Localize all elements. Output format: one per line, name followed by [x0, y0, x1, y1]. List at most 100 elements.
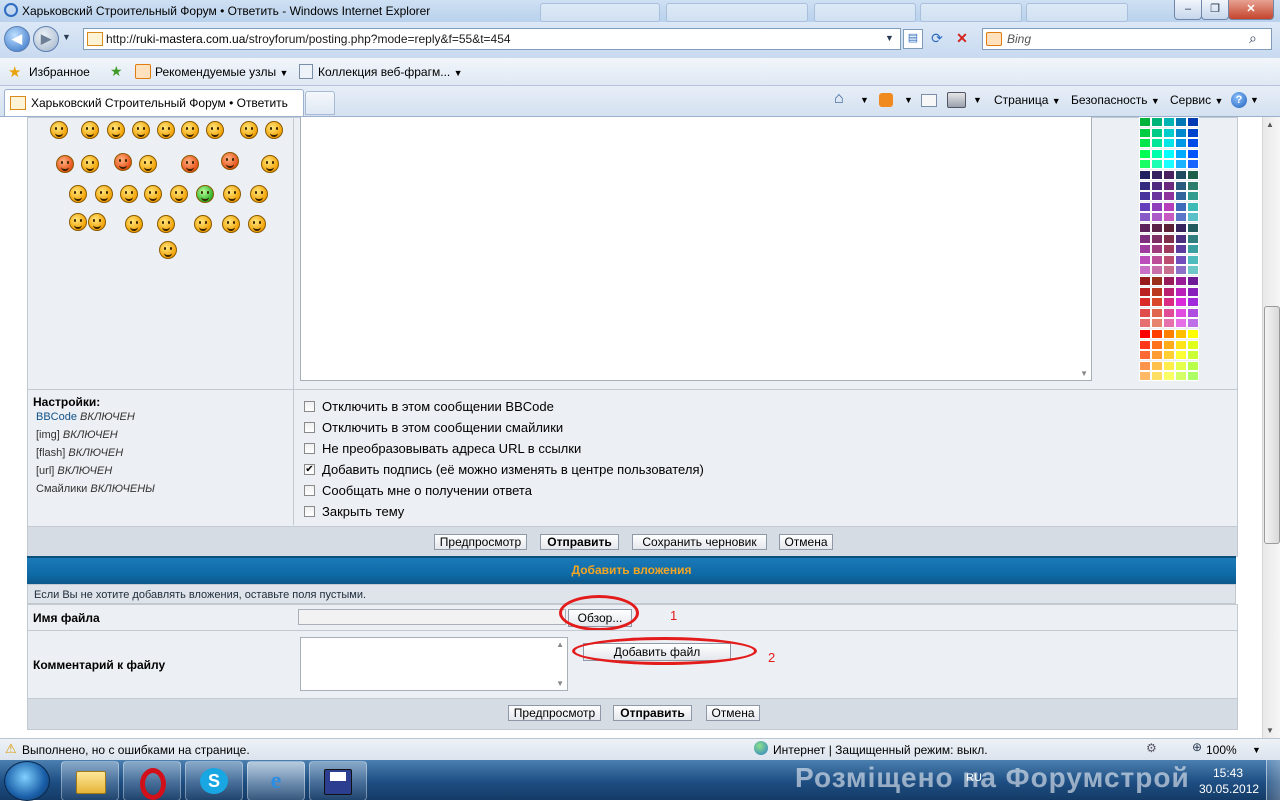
- color-swatch[interactable]: [1151, 307, 1163, 318]
- color-swatch[interactable]: [1163, 265, 1175, 276]
- preview-button-bottom[interactable]: Предпросмотр: [508, 705, 601, 721]
- history-dropdown-icon[interactable]: ▼: [62, 32, 71, 42]
- color-swatch[interactable]: [1139, 286, 1151, 297]
- color-swatch[interactable]: [1151, 371, 1163, 382]
- option-checkbox[interactable]: [304, 506, 315, 517]
- color-swatch[interactable]: [1151, 138, 1163, 149]
- color-swatch[interactable]: [1187, 297, 1199, 308]
- color-swatch[interactable]: [1187, 170, 1199, 180]
- color-swatch[interactable]: [1175, 307, 1187, 318]
- close-button[interactable]: ✕: [1228, 0, 1274, 20]
- color-swatch[interactable]: [1139, 148, 1151, 159]
- new-tab-button[interactable]: [305, 91, 335, 115]
- color-swatch[interactable]: [1163, 350, 1175, 361]
- zoom-dropdown-icon[interactable]: ▼: [1252, 745, 1261, 755]
- color-swatch[interactable]: [1187, 159, 1199, 170]
- start-button[interactable]: [4, 761, 50, 801]
- option-label[interactable]: Отключить в этом сообщении смайлики: [322, 420, 563, 435]
- color-swatch[interactable]: [1139, 191, 1151, 202]
- color-swatch[interactable]: [1187, 212, 1199, 223]
- color-swatch[interactable]: [1151, 117, 1163, 127]
- option-label[interactable]: Сообщать мне о получении ответа: [322, 483, 532, 498]
- option-checkbox[interactable]: [304, 443, 315, 454]
- web-slice-gallery-link[interactable]: Коллекция веб-фрагм... ▼: [318, 65, 463, 79]
- suggested-sites-link[interactable]: Рекомендуемые узлы ▼: [155, 65, 288, 79]
- color-swatch[interactable]: [1139, 329, 1151, 339]
- scrollbar-thumb[interactable]: [1264, 306, 1280, 544]
- color-swatch[interactable]: [1151, 223, 1163, 233]
- color-swatch[interactable]: [1151, 244, 1163, 255]
- color-swatch[interactable]: [1163, 191, 1175, 202]
- color-swatch[interactable]: [1175, 138, 1187, 149]
- smilie-icon[interactable]: [144, 185, 162, 203]
- home-dropdown-icon[interactable]: ▼: [860, 95, 869, 105]
- search-input[interactable]: Bing: [1007, 32, 1031, 46]
- smilie-icon[interactable]: [107, 121, 125, 139]
- color-swatch[interactable]: [1175, 265, 1187, 276]
- color-swatch[interactable]: [1151, 180, 1163, 191]
- color-swatch[interactable]: [1175, 148, 1187, 159]
- color-swatch[interactable]: [1139, 138, 1151, 149]
- filename-input[interactable]: [298, 609, 566, 625]
- color-swatch[interactable]: [1163, 180, 1175, 191]
- color-swatch[interactable]: [1151, 329, 1163, 339]
- smilie-icon[interactable]: [69, 185, 87, 203]
- color-swatch[interactable]: [1151, 286, 1163, 297]
- color-swatch[interactable]: [1175, 350, 1187, 361]
- color-swatch[interactable]: [1175, 286, 1187, 297]
- color-swatch[interactable]: [1175, 180, 1187, 191]
- color-swatch[interactable]: [1187, 233, 1199, 244]
- smilie-icon[interactable]: [81, 121, 99, 139]
- background-window-tab[interactable]: [1026, 3, 1128, 22]
- color-swatch[interactable]: [1163, 159, 1175, 170]
- color-swatch[interactable]: [1187, 201, 1199, 212]
- color-swatch[interactable]: [1139, 254, 1151, 265]
- option-checkbox[interactable]: [304, 485, 315, 496]
- compatibility-view-icon[interactable]: ▤: [903, 29, 923, 49]
- option-label[interactable]: Добавить подпись (её можно изменять в це…: [322, 462, 704, 477]
- color-swatch[interactable]: [1151, 360, 1163, 371]
- option-label[interactable]: Отключить в этом сообщении BBCode: [322, 399, 554, 414]
- color-swatch[interactable]: [1175, 339, 1187, 350]
- taskbar-save[interactable]: [309, 761, 367, 801]
- color-swatch[interactable]: [1175, 212, 1187, 223]
- print-icon[interactable]: [947, 92, 966, 108]
- color-swatch[interactable]: [1175, 159, 1187, 170]
- smilie-icon[interactable]: [194, 215, 212, 233]
- comment-scroll-down-icon[interactable]: ▼: [556, 679, 564, 688]
- color-swatch[interactable]: [1163, 170, 1175, 180]
- color-swatch[interactable]: [1139, 350, 1151, 361]
- comment-scroll-up-icon[interactable]: ▲: [556, 640, 564, 649]
- smilie-icon[interactable]: [248, 215, 266, 233]
- color-swatch[interactable]: [1151, 191, 1163, 202]
- comment-textarea[interactable]: ▲ ▼: [300, 637, 568, 691]
- color-swatch[interactable]: [1139, 339, 1151, 350]
- smilie-icon[interactable]: [181, 121, 199, 139]
- color-swatch[interactable]: [1175, 223, 1187, 233]
- color-swatch[interactable]: [1151, 233, 1163, 244]
- color-swatch[interactable]: [1163, 138, 1175, 149]
- color-swatch[interactable]: [1139, 276, 1151, 286]
- option-checkbox[interactable]: [304, 422, 315, 433]
- address-dropdown-icon[interactable]: ▼: [885, 33, 894, 43]
- color-swatch[interactable]: [1151, 339, 1163, 350]
- cancel-button[interactable]: Отмена: [779, 534, 833, 550]
- color-swatch[interactable]: [1163, 212, 1175, 223]
- color-swatch[interactable]: [1187, 148, 1199, 159]
- smilie-icon[interactable]: [265, 121, 283, 139]
- color-swatch[interactable]: [1139, 180, 1151, 191]
- smilie-icon[interactable]: [81, 155, 99, 173]
- color-swatch[interactable]: [1139, 170, 1151, 180]
- color-swatch[interactable]: [1163, 286, 1175, 297]
- color-swatch[interactable]: [1139, 318, 1151, 329]
- smilie-icon[interactable]: [159, 241, 177, 259]
- color-swatch[interactable]: [1151, 201, 1163, 212]
- color-swatch[interactable]: [1175, 360, 1187, 371]
- favorites-star-icon[interactable]: ★: [8, 63, 21, 81]
- feeds-icon[interactable]: [879, 93, 893, 107]
- color-swatch[interactable]: [1187, 127, 1199, 138]
- color-swatch[interactable]: [1139, 371, 1151, 382]
- back-button[interactable]: ◀: [4, 26, 30, 52]
- color-swatch[interactable]: [1187, 254, 1199, 265]
- color-swatch[interactable]: [1187, 223, 1199, 233]
